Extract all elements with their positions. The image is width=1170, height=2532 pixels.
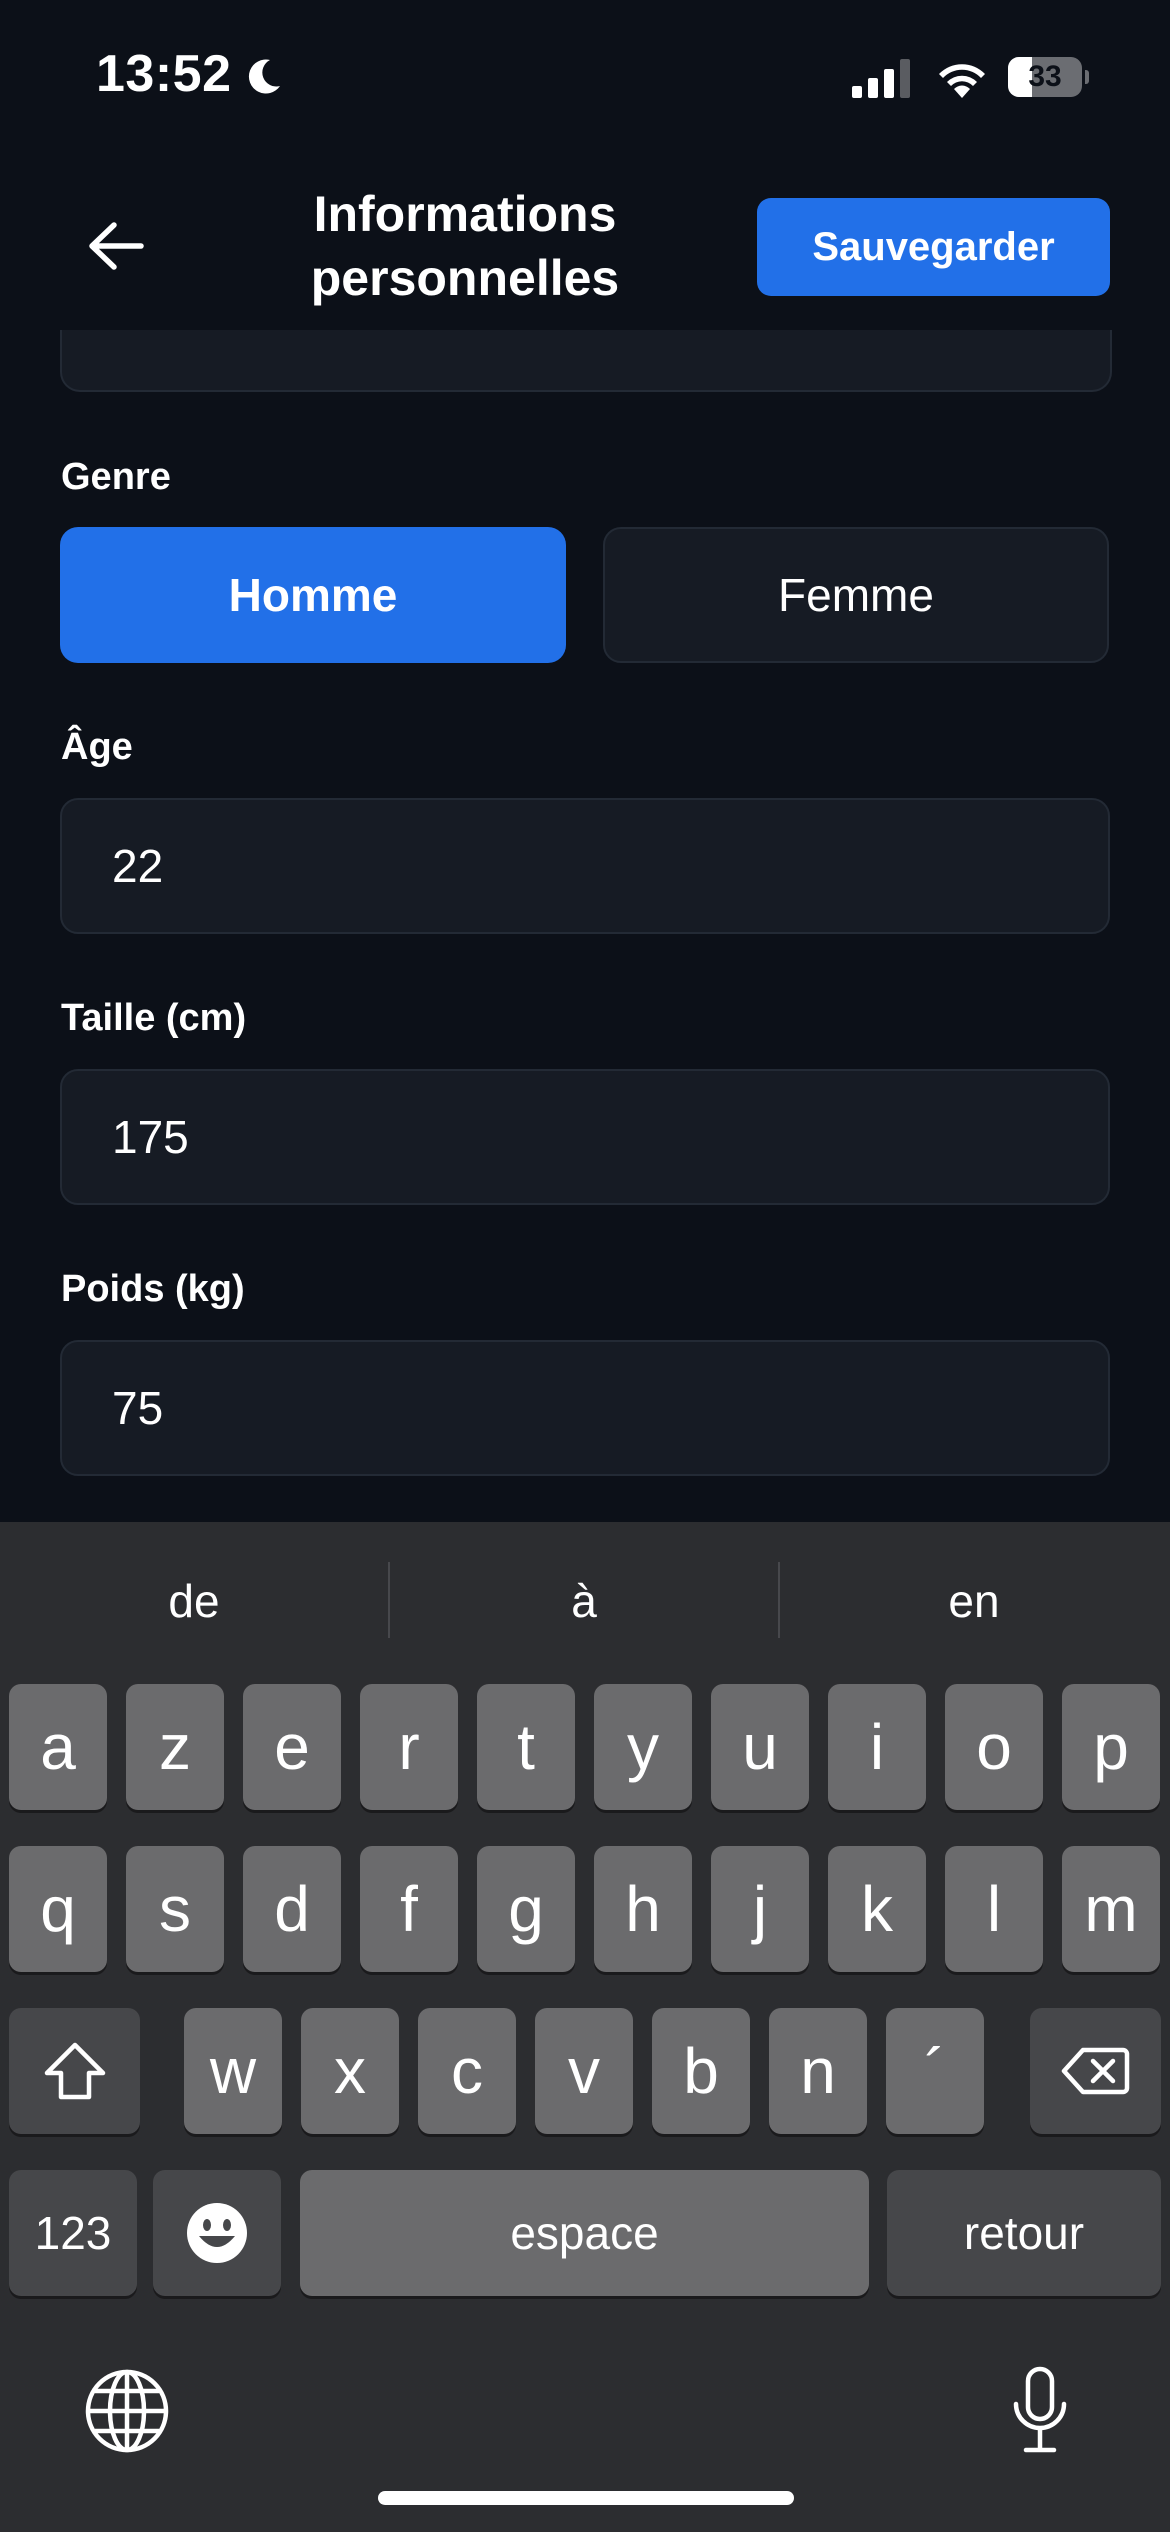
key-z[interactable]: z [126, 1684, 224, 1810]
wifi-icon [939, 64, 985, 98]
key-c[interactable]: c [418, 2008, 516, 2134]
key-t[interactable]: t [477, 1684, 575, 1810]
key-i[interactable]: i [828, 1684, 926, 1810]
signal-icon [852, 59, 910, 98]
back-button[interactable] [80, 210, 152, 282]
backspace-key[interactable] [1030, 2008, 1161, 2134]
arrow-left-icon [89, 222, 144, 270]
status-time: 13:52 [96, 45, 232, 103]
save-button[interactable]: Sauvegarder [757, 198, 1110, 296]
suggestion-a[interactable]: à [390, 1574, 778, 1628]
height-label: Taille (cm) [61, 997, 247, 1039]
key-b[interactable]: b [652, 2008, 750, 2134]
microphone-icon[interactable] [1010, 2366, 1070, 2456]
battery-tip [1085, 70, 1089, 84]
page-title: Informations personnelles [310, 186, 620, 306]
key-e[interactable]: e [243, 1684, 341, 1810]
battery-body: 33 [1008, 57, 1082, 97]
emoji-key[interactable] [153, 2170, 281, 2296]
backspace-icon [1061, 2047, 1129, 2095]
key-d[interactable]: d [243, 1846, 341, 1972]
key-f[interactable]: f [360, 1846, 458, 1972]
shift-icon [44, 2042, 105, 2100]
weight-input[interactable]: 75 [60, 1340, 1110, 1476]
key-k[interactable]: k [828, 1846, 926, 1972]
key-h[interactable]: h [594, 1846, 692, 1972]
key-n[interactable]: n [769, 2008, 867, 2134]
key-a[interactable]: a [9, 1684, 107, 1810]
numbers-key[interactable]: 123 [9, 2170, 137, 2296]
key-w[interactable]: w [184, 2008, 282, 2134]
key-o[interactable]: o [945, 1684, 1043, 1810]
battery-percentage: 33 [1028, 60, 1062, 93]
key-r[interactable]: r [360, 1684, 458, 1810]
globe-icon[interactable] [84, 2368, 170, 2454]
height-input[interactable]: 175 [60, 1069, 1110, 1205]
moon-icon [248, 59, 280, 94]
battery-icon: 33 [1008, 57, 1089, 97]
key-u[interactable]: u [711, 1684, 809, 1810]
shift-key[interactable] [9, 2008, 140, 2134]
emoji-icon [187, 2203, 247, 2263]
key-j[interactable]: j [711, 1846, 809, 1972]
gender-label: Genre [61, 456, 171, 498]
key-l[interactable]: l [945, 1846, 1043, 1972]
return-key[interactable]: retour [887, 2170, 1161, 2296]
screen: 13:52 33 Informations personnelles Sauve… [0, 0, 1170, 2532]
keyboard: de à en a z e r t y u i o p q s d f g h … [0, 1522, 1170, 2532]
home-indicator[interactable] [378, 2491, 794, 2505]
suggestion-en[interactable]: en [780, 1574, 1168, 1628]
key-s[interactable]: s [126, 1846, 224, 1972]
weight-label: Poids (kg) [61, 1268, 245, 1310]
key-g[interactable]: g [477, 1846, 575, 1972]
status-bar: 13:52 33 [0, 0, 1170, 150]
age-label: Âge [61, 726, 133, 768]
key-q[interactable]: q [9, 1846, 107, 1972]
gender-option-femme[interactable]: Femme [603, 527, 1109, 663]
space-key[interactable]: espace [300, 2170, 869, 2296]
previous-field-partial[interactable] [60, 330, 1112, 392]
key-x[interactable]: x [301, 2008, 399, 2134]
key-y[interactable]: y [594, 1684, 692, 1810]
age-input[interactable]: 22 [60, 798, 1110, 934]
key-v[interactable]: v [535, 2008, 633, 2134]
key-m[interactable]: m [1062, 1846, 1160, 1972]
key-acute-accent[interactable]: ´ [886, 2008, 984, 2134]
suggestion-de[interactable]: de [0, 1574, 388, 1628]
gender-option-homme[interactable]: Homme [60, 527, 566, 663]
key-p[interactable]: p [1062, 1684, 1160, 1810]
